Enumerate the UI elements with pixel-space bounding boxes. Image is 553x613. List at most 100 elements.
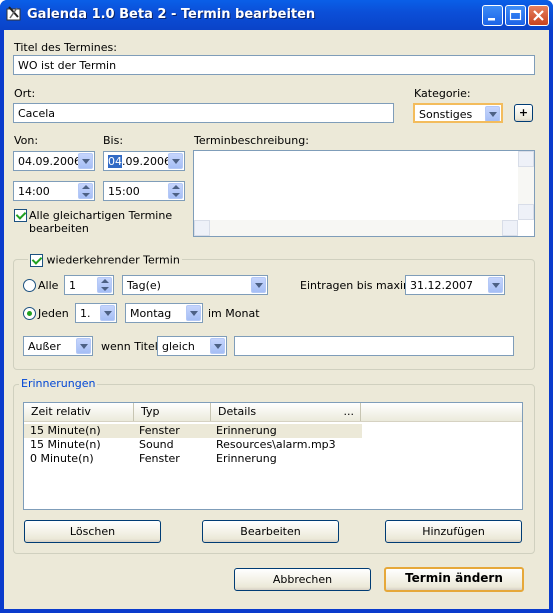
recurrence-label: wiederkehrender Termin [46, 253, 180, 267]
scroll-down-icon[interactable] [518, 204, 534, 220]
column-header-time[interactable]: Zeit relativ [24, 403, 134, 421]
scroll-up-icon[interactable] [518, 151, 534, 167]
cell-time: 15 Minute(n) [30, 438, 101, 451]
chevron-down-icon [168, 153, 183, 169]
list-item[interactable]: 0 Minute(n) Fenster Erinnerung [24, 452, 362, 466]
in-month-label: im Monat [208, 307, 260, 320]
all-similar-label-line1: Alle gleichartigen Termine [29, 209, 173, 222]
cell-details: Erinnerung [216, 424, 277, 437]
ordinal-value: 1. [80, 307, 91, 320]
minimize-icon [488, 18, 495, 21]
to-time-spinner[interactable]: 15:00 [103, 181, 185, 201]
cell-details: Resources\alarm.mp3 [216, 438, 336, 451]
cell-type: Sound [139, 438, 174, 451]
column-header-details[interactable]: Details ... [211, 403, 361, 421]
edit-reminder-button[interactable]: Bearbeiten [202, 520, 339, 543]
title-input[interactable]: WO ist der Termin [13, 55, 535, 75]
delete-reminder-button[interactable]: Löschen [24, 520, 161, 543]
category-select[interactable]: Sonstiges [413, 103, 503, 123]
reminders-list-header: Zeit relativ Typ Details ... [24, 403, 522, 422]
from-time-value: 14:00 [18, 185, 50, 198]
chevron-down-icon [488, 277, 503, 293]
location-label: Ort: [14, 87, 36, 100]
to-time-value: 15:00 [108, 185, 140, 198]
list-item[interactable]: 15 Minute(n) Fenster Erinnerung [24, 424, 362, 438]
from-date-value: 04.09.2006 [18, 155, 81, 168]
interval-unit-select[interactable]: Tag(e) [122, 275, 268, 295]
window-title: Galenda 1.0 Beta 2 - Termin bearbeiten [27, 7, 316, 22]
add-reminder-button[interactable]: Hinzufügen [385, 520, 522, 543]
add-category-button[interactable]: + [514, 104, 533, 122]
chevron-down-icon [251, 277, 266, 293]
cell-time: 0 Minute(n) [30, 452, 94, 465]
interval-value: 1 [69, 279, 76, 292]
reminders-list[interactable]: Zeit relativ Typ Details ... 15 Minute(n… [23, 402, 523, 510]
weekday-value: Montag [130, 307, 172, 320]
column-header-details-label: Details [218, 405, 257, 418]
title-bar[interactable]: Galenda 1.0 Beta 2 - Termin bearbeiten [0, 0, 553, 30]
minimize-button[interactable] [482, 5, 503, 26]
chevron-down-icon [210, 338, 225, 354]
title-label: Titel des Termines: [14, 41, 117, 54]
except-select[interactable]: Außer [23, 336, 93, 356]
to-date-picker[interactable]: 04.09.2006 [103, 151, 185, 171]
spinner-arrows-icon[interactable] [78, 183, 93, 199]
location-input[interactable]: Cacela [13, 103, 394, 123]
category-value: Sonstiges [419, 108, 473, 121]
chevron-down-icon [100, 305, 115, 321]
spinner-arrows-icon[interactable] [168, 183, 183, 199]
category-label: Kategorie: [414, 87, 471, 100]
until-date-value: 31.12.2007 [410, 279, 473, 292]
all-similar-label-line2: bearbeiten [29, 222, 89, 235]
scroll-right-icon[interactable] [502, 220, 518, 236]
close-icon [533, 10, 544, 21]
ordinal-select[interactable]: 1. [75, 303, 117, 323]
description-label: Terminbeschreibung: [194, 134, 309, 147]
until-date-picker[interactable]: 31.12.2007 [405, 275, 505, 295]
close-button[interactable] [528, 5, 549, 26]
to-label: Bis: [103, 134, 124, 147]
dialog-client-area: Titel des Termines: WO ist der Termin Or… [4, 30, 549, 609]
column-header-type[interactable]: Typ [134, 403, 211, 421]
from-date-picker[interactable]: 04.09.2006 [13, 151, 95, 171]
submit-button[interactable]: Termin ändern [384, 567, 524, 592]
from-label: Von: [14, 134, 39, 147]
interval-spinner[interactable]: 1 [64, 275, 114, 295]
all-radio[interactable] [23, 279, 36, 292]
all-similar-checkbox[interactable] [14, 209, 27, 222]
chevron-down-icon [78, 153, 93, 169]
chevron-down-icon [76, 338, 91, 354]
match-value: gleich [162, 340, 195, 353]
each-radio[interactable] [23, 307, 36, 320]
chevron-down-icon [186, 305, 201, 321]
cell-time: 15 Minute(n) [30, 424, 101, 437]
dialog-window: Galenda 1.0 Beta 2 - Termin bearbeiten T… [0, 0, 553, 613]
cell-type: Fenster [139, 424, 180, 437]
interval-unit-value: Tag(e) [127, 279, 161, 292]
recurrence-checkbox[interactable] [30, 253, 43, 267]
match-text-input[interactable] [234, 336, 514, 356]
spinner-arrows-icon[interactable] [97, 277, 112, 293]
to-date-selected-day: 04 [108, 155, 122, 168]
from-time-spinner[interactable]: 14:00 [13, 181, 95, 201]
except-value: Außer [28, 340, 61, 353]
when-title-label: wenn Titel [101, 340, 158, 353]
cell-details: Erinnerung [216, 452, 277, 465]
description-textarea[interactable] [193, 150, 535, 237]
column-header-more: ... [343, 405, 355, 418]
calendar-app-icon [6, 6, 21, 21]
maximize-icon [509, 9, 522, 21]
all-radio-label: Alle [38, 279, 59, 292]
recurrence-group-header: wiederkehrender Termin [28, 253, 182, 267]
cancel-button[interactable]: Abbrechen [234, 568, 371, 591]
list-item[interactable]: 15 Minute(n) Sound Resources\alarm.mp3 [24, 438, 362, 452]
maximize-button[interactable] [505, 5, 526, 26]
scroll-left-icon[interactable] [194, 220, 210, 236]
to-date-rest: .09.2006 [122, 155, 171, 168]
vertical-scrollbar[interactable] [518, 151, 534, 220]
weekday-select[interactable]: Montag [125, 303, 203, 323]
chevron-down-icon [485, 106, 500, 121]
reminders-group-label: Erinnerungen [19, 377, 98, 390]
match-select[interactable]: gleich [157, 336, 227, 356]
horizontal-scrollbar[interactable] [194, 220, 518, 236]
